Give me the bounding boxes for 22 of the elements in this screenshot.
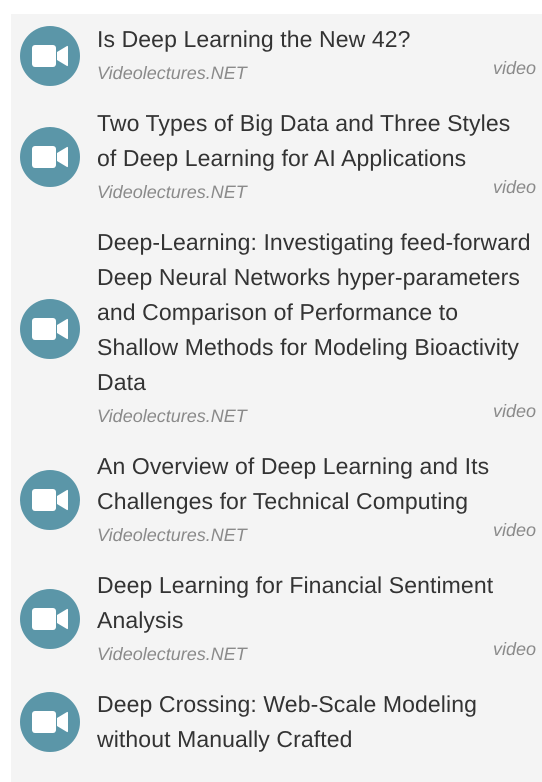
result-type: video	[492, 176, 536, 198]
result-source: Videolectures.NET	[97, 181, 247, 204]
video-camera-icon	[20, 26, 80, 86]
result-title[interactable]: Deep Learning for Financial Sentiment Analysis	[97, 568, 536, 638]
video-camera-icon	[20, 470, 80, 530]
result-source: Videolectures.NET	[97, 405, 247, 428]
result-title[interactable]: An Overview of Deep Learning and Its Challenges for Technical Computing	[97, 449, 536, 519]
result-type: video	[492, 57, 536, 79]
result-type: video	[492, 400, 536, 422]
video-camera-icon	[20, 692, 80, 752]
result-type: video	[492, 519, 536, 541]
result-source: Videolectures.NET	[97, 62, 247, 85]
result-source: Videolectures.NET	[97, 643, 247, 666]
result-source: Videolectures.NET	[97, 524, 247, 547]
video-camera-icon	[20, 127, 80, 187]
result-title[interactable]: Deep-Learning: Investigating feed-forward Deep Neural Networks hyper-parameters and Comparison of Performance to Shallow Methods for Modeling Bioactivity Data	[97, 225, 536, 400]
video-camera-icon	[20, 589, 80, 649]
result-title[interactable]: Two Types of Big Data and Three Styles of Deep Learning for AI Applications	[97, 106, 536, 176]
result-title[interactable]: Is Deep Learning the New 42?	[97, 22, 536, 57]
video-camera-icon	[20, 298, 80, 358]
result-type: video	[492, 638, 536, 660]
result-title[interactable]: Deep Crossing: Web-Scale Modeling without Manually Crafted	[97, 687, 536, 757]
